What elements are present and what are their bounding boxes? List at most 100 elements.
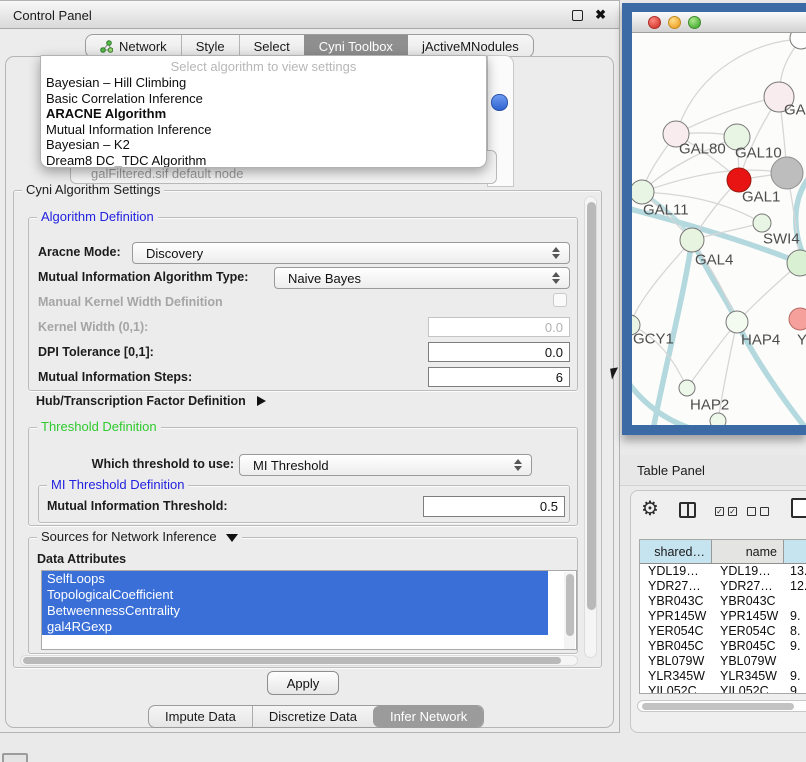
attribute-item-betweennesscentrality[interactable]: BetweennessCentrality <box>42 603 548 619</box>
data-attributes-list[interactable]: SelfLoopsTopologicalCoefficientBetweenne… <box>41 570 577 650</box>
collapsed-panel-icon[interactable] <box>2 753 28 762</box>
list-vertical-scrollbar[interactable] <box>564 572 575 650</box>
cell-gene-id: YDL19… <box>712 564 784 579</box>
cell-gene-id: YIL052C <box>712 684 784 694</box>
cell-value: 9. <box>784 609 806 624</box>
settings-vertical-scrollbar[interactable] <box>584 196 597 658</box>
apply-button[interactable]: Apply <box>267 671 339 695</box>
settings-horizontal-scrollbar[interactable] <box>20 655 578 666</box>
node-table: shared…nameA YDL19…YDL19…13.YDR27…YDR27…… <box>639 539 806 694</box>
node-hap2[interactable] <box>679 380 695 396</box>
node-swi4[interactable] <box>753 214 771 232</box>
attribute-item-selfloops[interactable]: SelfLoops <box>42 571 548 587</box>
scrollbar-thumb[interactable] <box>23 657 561 664</box>
table-row[interactable]: YBR045CYBR045C9. <box>640 639 806 654</box>
mi-type-label: Mutual Information Algorithm Type: <box>38 270 248 284</box>
scrollbar-thumb[interactable] <box>566 574 574 636</box>
tab-select[interactable]: Select <box>239 35 304 57</box>
table-row[interactable]: YDL19…YDL19…13. <box>640 564 806 579</box>
table-row[interactable]: YBL079WYBL079W <box>640 654 806 669</box>
cell-value <box>784 594 806 609</box>
cell-gene-id: YBR045C <box>712 639 784 654</box>
hub-definition-toggle[interactable]: Hub/Transcription Factor Definition <box>36 394 266 408</box>
collapse-down-icon <box>226 534 238 542</box>
tab-cyni-toolbox[interactable]: Cyni Toolbox <box>304 35 407 57</box>
which-threshold-combo[interactable]: MI Threshold <box>239 454 532 476</box>
attribute-item-topologicalcoefficient[interactable]: TopologicalCoefficient <box>42 587 548 603</box>
tab-infer-network[interactable]: Infer Network <box>373 706 483 727</box>
column-header-a[interactable]: A <box>784 540 806 563</box>
gear-icon[interactable]: ⚙ <box>641 499 659 519</box>
settings-group-title: Cyni Algorithm Settings <box>22 183 164 197</box>
node-hap4[interactable] <box>726 311 748 333</box>
algorithm-option-dream8-dc-tdc-algorithm[interactable]: Dream8 DC_TDC Algorithm <box>41 153 486 168</box>
column-header-name[interactable]: name <box>712 540 784 563</box>
algorithm-option-bayesian-hill-climbing[interactable]: Bayesian – Hill Climbing <box>41 75 486 91</box>
combo-stepper-icon <box>514 459 522 471</box>
mi-threshold-group: MI Threshold Definition Mutual Informati… <box>38 485 570 523</box>
table-row[interactable]: YPR145WYPR145W9. <box>640 609 806 624</box>
table-row[interactable]: YDR27…YDR27…12. <box>640 579 806 594</box>
cell-value: 8. <box>784 624 806 639</box>
table-horizontal-scrollbar[interactable] <box>637 700 806 712</box>
node[interactable] <box>771 157 803 189</box>
table-rows: YDL19…YDL19…13.YDR27…YDR27…12.YBR043CYBR… <box>640 564 806 694</box>
cell-gene-id: YLR345W <box>640 669 712 684</box>
node-label-hap4: HAP4 <box>741 331 780 348</box>
tab-label: Network <box>119 39 167 54</box>
scrollbar-thumb[interactable] <box>642 703 794 710</box>
column-header-shared[interactable]: shared… <box>640 540 712 563</box>
dropdown-items: Bayesian – Hill ClimbingBasic Correlatio… <box>41 75 486 168</box>
cell-gene-id: YBL079W <box>640 654 712 669</box>
algorithm-option-mutual-information-inference[interactable]: Mutual Information Inference <box>41 122 486 138</box>
close-icon[interactable]: ✖ <box>595 7 606 23</box>
data-attributes-label: Data Attributes <box>37 552 126 566</box>
tab-impute-data[interactable]: Impute Data <box>149 706 252 727</box>
node-gal11[interactable] <box>632 180 654 204</box>
unchecked-box-icon <box>747 507 756 516</box>
zoom-traffic-light[interactable] <box>688 16 701 29</box>
table-row[interactable]: YLR345WYLR345W9. <box>640 669 806 684</box>
scrollbar-thumb[interactable] <box>587 202 596 610</box>
deselect-all-checkboxes-icon[interactable] <box>747 507 769 516</box>
algorithm-option-aracne-algorithm[interactable]: ARACNE Algorithm <box>41 106 486 122</box>
mi-steps-field[interactable]: 6 <box>428 367 570 387</box>
attribute-item-gal4rgexp[interactable]: gal4RGexp <box>42 619 548 635</box>
tab-style[interactable]: Style <box>181 35 239 57</box>
threshold-definition-group: Threshold Definition Which threshold to … <box>28 427 578 526</box>
tab-network[interactable]: Network <box>86 35 181 57</box>
close-traffic-light[interactable] <box>648 16 661 29</box>
select-all-checkboxes-icon[interactable]: ✓ ✓ <box>715 507 737 516</box>
node[interactable] <box>790 33 806 49</box>
dpi-tolerance-value: 0.0 <box>545 345 563 360</box>
network-tab-icon <box>100 40 113 53</box>
node-label-y: Y <box>797 331 806 348</box>
dpi-tolerance-field[interactable]: 0.0 <box>428 342 570 362</box>
algorithm-option-bayesian-k2[interactable]: Bayesian – K2 <box>41 137 486 153</box>
float-window-icon[interactable] <box>572 10 583 21</box>
algorithm-option-basic-correlation-inference[interactable]: Basic Correlation Inference <box>41 91 486 107</box>
column-layout-icon[interactable] <box>679 502 696 518</box>
node-gal4[interactable] <box>680 228 704 252</box>
table-row[interactable]: YIL052CYIL052C9. <box>640 684 806 694</box>
node-y[interactable] <box>789 308 806 330</box>
sources-group-title[interactable]: Sources for Network Inference <box>37 530 242 544</box>
mi-threshold-field[interactable]: 0.5 <box>423 496 565 517</box>
node[interactable] <box>710 413 726 425</box>
table-row[interactable]: YER054CYER054C8. <box>640 624 806 639</box>
table-panel: ⚙ ✓ ✓ shared…nameA YDL19…YDL19…13.YDR27…… <box>630 490 806 733</box>
network-canvas[interactable]: GALGAL80GAL10GAL1GAL11SWI4GAL4GCY1HAP4YH… <box>632 33 806 425</box>
cell-gene-id: YBL079W <box>712 654 784 669</box>
tab-jactivemnodules[interactable]: jActiveMNodules <box>407 35 533 57</box>
tab-discretize-data[interactable]: Discretize Data <box>252 706 373 727</box>
aracne-mode-combo[interactable]: Discovery <box>132 242 570 264</box>
table-function-icon[interactable] <box>791 498 806 518</box>
cell-gene-id: YER054C <box>712 624 784 639</box>
algorithm-definition-title: Algorithm Definition <box>37 210 158 224</box>
minimize-traffic-light[interactable] <box>668 16 681 29</box>
cell-gene-id: YLR345W <box>712 669 784 684</box>
node-label-gal4: GAL4 <box>695 251 733 268</box>
mi-type-combo[interactable]: Naive Bayes <box>274 267 570 289</box>
table-row[interactable]: YBR043CYBR043C <box>640 594 806 609</box>
node-label-hap2: HAP2 <box>690 396 729 413</box>
